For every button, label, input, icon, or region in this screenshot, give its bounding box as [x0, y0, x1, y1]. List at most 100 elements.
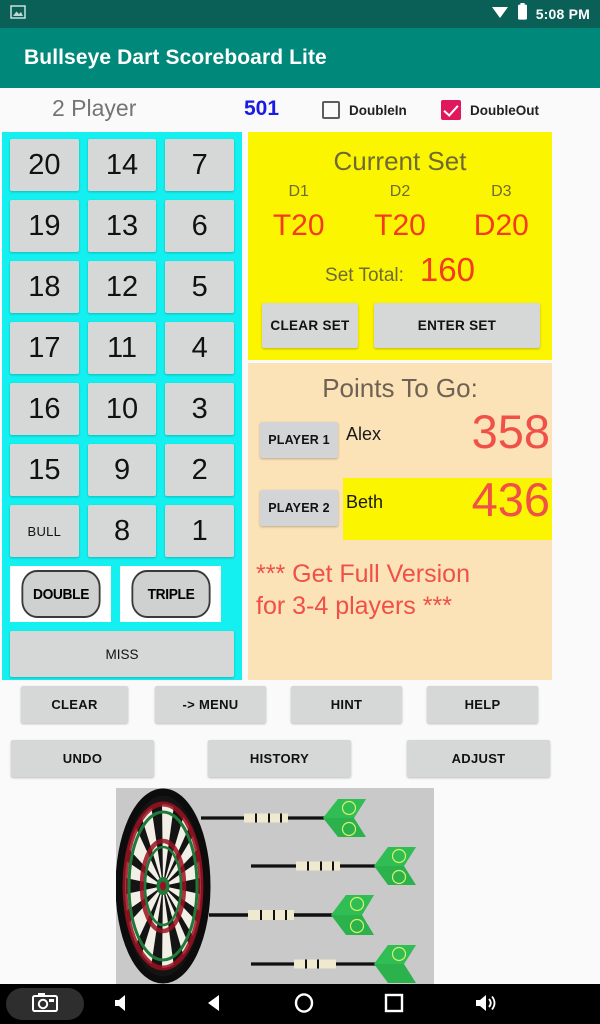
enter-set-button[interactable]: ENTER SET — [374, 303, 540, 348]
status-bar-system-icons: 5:08 PM — [491, 3, 590, 25]
key-11[interactable]: 11 — [87, 322, 157, 374]
player-2-button[interactable]: PLAYER 2 — [260, 490, 338, 526]
player-row-2: PLAYER 2 Beth 436 — [248, 473, 552, 540]
dart-label-d2: D2 — [389, 183, 411, 200]
key-2[interactable]: 2 — [165, 444, 235, 496]
double-in-checkbox[interactable]: DoubleIn — [322, 101, 407, 119]
points-to-go-title: Points To Go: — [322, 373, 478, 403]
keypad-row: 19 13 6 — [10, 200, 235, 252]
keypad-row: 20 14 7 — [10, 139, 235, 191]
player-1-score: 358 — [471, 405, 550, 458]
clear-set-button[interactable]: CLEAR SET — [262, 303, 358, 348]
promo-line-2: for 3-4 players *** — [256, 592, 452, 620]
key-4[interactable]: 4 — [165, 322, 235, 374]
promo-line-1: *** Get Full Version — [256, 560, 470, 588]
clear-button[interactable]: CLEAR — [21, 686, 128, 723]
back-icon[interactable] — [203, 992, 225, 1019]
current-set-panel: Current Set D1 D2 D3 T20 T20 D20 Set Tot… — [248, 132, 552, 360]
checkbox-checked-icon[interactable] — [441, 100, 461, 120]
volume-down-button[interactable] — [112, 992, 134, 1019]
player-mode-label[interactable]: 2 Player — [52, 95, 136, 122]
adjust-button[interactable]: ADJUST — [407, 740, 550, 777]
double-out-checkbox[interactable]: DoubleOut — [441, 100, 539, 120]
wifi-icon — [491, 4, 509, 24]
key-5[interactable]: 5 — [165, 261, 235, 313]
dart-labels-row: D1 D2 D3 — [248, 183, 552, 201]
help-button[interactable]: HELP — [427, 686, 538, 723]
set-buttons-row: CLEAR SET ENTER SET — [248, 289, 552, 348]
miss-button[interactable]: MISS — [10, 631, 234, 677]
player-row-1: PLAYER 1 Alex 358 — [248, 405, 552, 472]
number-keypad: 20 14 7 19 13 6 18 12 5 17 11 4 16 10 3 … — [2, 132, 242, 680]
back-button[interactable] — [203, 992, 225, 1019]
home-button[interactable] — [293, 992, 315, 1019]
key-18[interactable]: 18 — [10, 261, 79, 313]
dart-values-row: T20 T20 D20 — [248, 209, 552, 243]
player-1-button[interactable]: PLAYER 1 — [260, 422, 338, 458]
double-button[interactable]: DOUBLE — [20, 570, 101, 618]
image-icon — [10, 4, 26, 25]
current-set-title: Current Set — [333, 146, 467, 176]
key-13[interactable]: 13 — [87, 200, 157, 252]
set-total-value: 160 — [419, 251, 475, 288]
triple-button[interactable]: TRIPLE — [130, 570, 211, 618]
keypad-row: 18 12 5 — [10, 261, 235, 313]
status-bar-notifications — [10, 4, 26, 25]
volume-up-button[interactable] — [473, 992, 499, 1019]
points-to-go-panel: Points To Go: PLAYER 1 Alex 358 PLAYER 2… — [248, 363, 552, 680]
dart-label-d1: D1 — [288, 183, 309, 200]
key-3[interactable]: 3 — [165, 383, 235, 435]
app-root: 5:08 PM Bullseye Dart Scoreboard Lite 2 … — [0, 0, 600, 1024]
key-16[interactable]: 16 — [10, 383, 79, 435]
page-title: Bullseye Dart Scoreboard Lite — [24, 46, 327, 69]
keypad-row: BULL 8 1 — [10, 505, 235, 557]
player-2-name: Beth — [346, 492, 384, 512]
hint-button[interactable]: HINT — [291, 686, 402, 723]
key-17[interactable]: 17 — [10, 322, 79, 374]
key-7[interactable]: 7 — [165, 139, 235, 191]
multiplier-row: 2X DOUBLE 3X TRIPLE — [10, 566, 234, 622]
key-15[interactable]: 15 — [10, 444, 79, 496]
key-6[interactable]: 6 — [165, 200, 235, 252]
key-9[interactable]: 9 — [87, 444, 157, 496]
key-20[interactable]: 20 — [10, 139, 79, 191]
status-bar: 5:08 PM — [0, 0, 600, 28]
player-2-score: 436 — [471, 473, 550, 526]
dartboard-image — [115, 788, 434, 984]
dart-value-d1: T20 — [272, 209, 325, 242]
key-1[interactable]: 1 — [165, 505, 235, 557]
history-button[interactable]: HISTORY — [208, 740, 351, 777]
menu-button[interactable]: -> MENU — [155, 686, 266, 723]
key-bull[interactable]: BULL — [10, 505, 79, 557]
screenshot-button[interactable] — [6, 988, 84, 1020]
screenshot-icon[interactable] — [32, 992, 58, 1017]
dart-value-d3: D20 — [473, 209, 529, 242]
checkbox-unchecked-icon[interactable] — [322, 101, 340, 119]
volume-down-icon[interactable] — [112, 992, 134, 1019]
volume-up-icon[interactable] — [473, 992, 499, 1019]
set-total-label: Set Total: — [325, 265, 404, 286]
keypad-row: 16 10 3 — [10, 383, 235, 435]
double-in-label: DoubleIn — [349, 102, 407, 118]
key-10[interactable]: 10 — [87, 383, 157, 435]
status-bar-clock: 5:08 PM — [535, 6, 590, 22]
triple-cell: 3X TRIPLE — [120, 566, 221, 622]
recents-button[interactable] — [384, 993, 404, 1018]
key-19[interactable]: 19 — [10, 200, 79, 252]
key-12[interactable]: 12 — [87, 261, 157, 313]
system-nav-bar — [0, 984, 600, 1024]
player-1-name: Alex — [346, 424, 382, 444]
home-icon[interactable] — [293, 992, 315, 1019]
dart-value-d2: T20 — [374, 209, 426, 242]
dart-label-d3: D3 — [491, 183, 512, 200]
keypad-row: 15 9 2 — [10, 444, 235, 496]
key-8[interactable]: 8 — [87, 505, 157, 557]
promo-message: *** Get Full Version for 3-4 players *** — [248, 540, 552, 622]
recents-icon[interactable] — [384, 993, 404, 1018]
key-14[interactable]: 14 — [87, 139, 157, 191]
undo-button[interactable]: UNDO — [11, 740, 154, 777]
keypad-row: 17 11 4 — [10, 322, 235, 374]
keypad-row: MISS — [10, 631, 234, 677]
start-score-value[interactable]: 501 — [244, 97, 279, 121]
battery-icon — [517, 3, 528, 25]
